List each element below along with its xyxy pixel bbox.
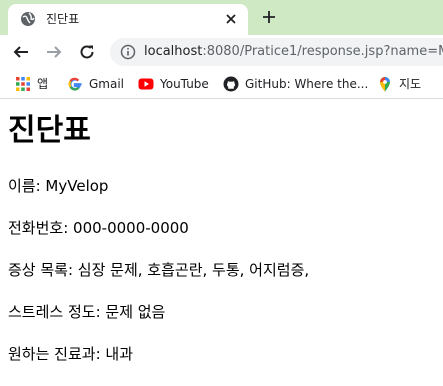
symptoms-line: 증상 목록: 심장 문제, 호흡곤란, 두통, 어지럼증, — [8, 261, 310, 279]
bookmark-label: 지도 — [399, 77, 422, 91]
google-icon — [68, 77, 82, 91]
tab-strip: 진단표 — [0, 0, 443, 35]
url-host: localhost — [144, 44, 203, 59]
reload-icon[interactable] — [78, 43, 96, 61]
maps-pin-icon — [380, 77, 390, 92]
tab-title: 진단표 — [46, 12, 80, 26]
stress-line: 스트레스 정도: 문제 없음 — [8, 303, 166, 321]
github-icon — [223, 76, 239, 92]
bookmark-label: 앱 — [37, 77, 49, 91]
youtube-icon — [138, 78, 154, 90]
phone-line: 전화번호: 000-0000-0000 — [8, 219, 189, 237]
bookmark-label: YouTube — [160, 77, 209, 91]
name-line: 이름: MyVelop — [8, 177, 109, 195]
forward-arrow-icon[interactable] — [45, 43, 63, 61]
page-content: 진단표 이름: MyVelop 전화번호: 000-0000-0000 증상 목… — [8, 99, 438, 363]
apps-grid-icon — [16, 77, 30, 91]
bookmarks-bar: 앱 Gmail YouTube GitHub: Where the... 지도 — [0, 69, 443, 99]
close-tab-icon[interactable] — [224, 12, 238, 26]
department-line: 원하는 진료과: 내과 — [8, 345, 133, 363]
url-path: :8080/Pratice1/response.jsp?name=My — [202, 44, 443, 59]
url-text: localhost:8080/Pratice1/response.jsp?nam… — [144, 43, 443, 61]
bookmark-label: Gmail — [89, 77, 125, 91]
browser-toolbar: localhost:8080/Pratice1/response.jsp?nam… — [0, 35, 443, 69]
active-tab[interactable]: 진단표 — [8, 4, 248, 35]
page-title: 진단표 — [8, 113, 91, 148]
globe-icon — [21, 12, 35, 26]
back-arrow-icon[interactable] — [12, 43, 30, 61]
bookmark-label: GitHub: Where the... — [245, 77, 369, 91]
new-tab-icon[interactable] — [261, 9, 277, 25]
address-bar[interactable]: localhost:8080/Pratice1/response.jsp?nam… — [110, 38, 443, 66]
site-info-icon[interactable] — [120, 44, 136, 60]
